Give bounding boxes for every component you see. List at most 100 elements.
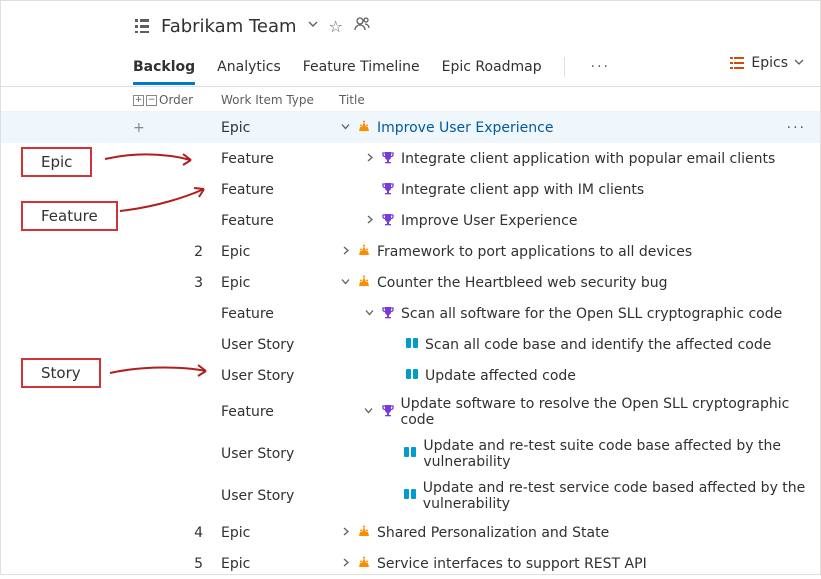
tab-analytics[interactable]: Analytics bbox=[217, 49, 281, 85]
epic-icon bbox=[357, 274, 371, 292]
row-title-cell: Shared Personalization and State bbox=[339, 524, 810, 542]
column-headers: + − Order Work Item Type Title bbox=[1, 87, 820, 112]
team-dropdown-chevron-icon[interactable] bbox=[307, 18, 319, 34]
row-work-item-type: Feature bbox=[221, 182, 339, 198]
row-title-cell: Update software to resolve the Open SLL … bbox=[339, 396, 810, 428]
column-order[interactable]: Order bbox=[159, 93, 221, 107]
backlog-row[interactable]: 4EpicShared Personalization and State bbox=[1, 517, 820, 548]
annotation-epic: Epic bbox=[21, 147, 92, 177]
user-story-icon bbox=[403, 487, 417, 505]
backlog-row[interactable]: 5EpicService interfaces to support REST … bbox=[1, 548, 820, 579]
caret-right-icon[interactable] bbox=[339, 527, 351, 539]
backlog-row[interactable]: User Story Scan all code base and identif… bbox=[1, 329, 820, 360]
epic-icon bbox=[357, 555, 371, 573]
row-work-item-type: User Story bbox=[221, 488, 339, 504]
caret-down-icon[interactable] bbox=[363, 308, 375, 320]
caret-right-icon[interactable] bbox=[363, 153, 375, 165]
backlog-row[interactable]: FeatureScan all software for the Open SL… bbox=[1, 298, 820, 329]
row-title: Integrate client application with popula… bbox=[401, 151, 775, 167]
feature-icon bbox=[381, 403, 395, 421]
backlog-row[interactable]: User StoryUpdate and re-test service cod… bbox=[1, 475, 820, 517]
backlog-row[interactable]: User Story Update and re-test suite code … bbox=[1, 433, 820, 475]
row-work-item-type: Feature bbox=[221, 151, 339, 167]
row-order: 3 bbox=[159, 275, 221, 291]
epic-icon bbox=[357, 119, 371, 137]
feature-icon bbox=[381, 305, 395, 323]
user-story-icon bbox=[405, 336, 419, 354]
backlog-team-icon bbox=[133, 17, 151, 35]
row-title: Update software to resolve the Open SLL … bbox=[401, 396, 811, 428]
row-work-item-type: Epic bbox=[221, 120, 339, 136]
row-work-item-type: Epic bbox=[221, 525, 339, 541]
expand-all-icon[interactable]: + bbox=[133, 95, 144, 106]
row-work-item-type: User Story bbox=[221, 446, 339, 462]
row-title: Counter the Heartbleed web security bug bbox=[377, 275, 668, 291]
tab-divider bbox=[564, 57, 565, 77]
row-title: Integrate client app with IM clients bbox=[401, 182, 644, 198]
user-story-icon bbox=[403, 445, 417, 463]
annotation-story: Story bbox=[21, 358, 101, 388]
row-title-cell: Improve User Experience bbox=[339, 212, 810, 230]
row-title-cell: Framework to port applications to all de… bbox=[339, 243, 810, 261]
row-work-item-type: User Story bbox=[221, 368, 339, 384]
annotation-story-arrow bbox=[106, 359, 216, 389]
backlog-row[interactable]: Feature Update software to resolve the Op… bbox=[1, 391, 820, 433]
backlog-row[interactable]: 3Epic Counter the Heartbleed web security… bbox=[1, 267, 820, 298]
team-members-icon[interactable] bbox=[353, 15, 371, 37]
collapse-all-icon[interactable]: − bbox=[146, 95, 157, 106]
feature-icon bbox=[381, 212, 395, 230]
backlog-row[interactable]: 2Epic Framework to port applications to a… bbox=[1, 236, 820, 267]
tab-overflow-icon[interactable]: ··· bbox=[587, 59, 614, 75]
row-work-item-type: Feature bbox=[221, 306, 339, 322]
caret-down-icon[interactable] bbox=[339, 122, 351, 134]
row-title-cell: Scan all code base and identify the affe… bbox=[339, 336, 810, 354]
row-title: Shared Personalization and State bbox=[377, 525, 609, 541]
tab-feature-timeline[interactable]: Feature Timeline bbox=[303, 49, 420, 85]
epic-icon bbox=[357, 524, 371, 542]
row-title-cell: Integrate client application with popula… bbox=[339, 150, 810, 168]
row-title-cell: Integrate client app with IM clients bbox=[339, 181, 810, 199]
view-tabs: Backlog Analytics Feature Timeline Epic … bbox=[1, 47, 820, 87]
annotation-feature: Feature bbox=[21, 201, 118, 231]
backlog-level-picker[interactable]: Epics bbox=[729, 55, 804, 71]
column-title[interactable]: Title bbox=[339, 93, 820, 107]
team-name[interactable]: Fabrikam Team bbox=[161, 16, 297, 37]
row-order: 2 bbox=[159, 244, 221, 260]
caret-right-icon[interactable] bbox=[339, 246, 351, 258]
row-work-item-type: Epic bbox=[221, 275, 339, 291]
row-title-cell: Service interfaces to support REST API bbox=[339, 555, 810, 573]
favorite-star-icon[interactable]: ☆ bbox=[329, 17, 343, 36]
row-work-item-type: Epic bbox=[221, 244, 339, 260]
row-order: 5 bbox=[159, 556, 221, 572]
row-title: Scan all code base and identify the affe… bbox=[425, 337, 771, 353]
caret-down-icon[interactable] bbox=[339, 277, 351, 289]
backlog-level-label: Epics bbox=[751, 55, 788, 71]
epics-level-icon bbox=[729, 55, 745, 71]
row-title-cell: Counter the Heartbleed web security bug bbox=[339, 274, 810, 292]
tab-backlog[interactable]: Backlog bbox=[133, 49, 195, 85]
tab-epic-roadmap[interactable]: Epic Roadmap bbox=[442, 49, 542, 85]
row-work-item-type: Feature bbox=[221, 404, 339, 420]
feature-icon bbox=[381, 150, 395, 168]
row-title: Framework to port applications to all de… bbox=[377, 244, 692, 260]
feature-icon bbox=[381, 181, 395, 199]
caret-right-icon[interactable] bbox=[363, 215, 375, 227]
epic-icon bbox=[357, 243, 371, 261]
user-story-icon bbox=[405, 367, 419, 385]
annotation-feature-arrow bbox=[116, 179, 216, 219]
row-work-item-type: User Story bbox=[221, 337, 339, 353]
row-title[interactable]: Improve User Experience bbox=[377, 120, 553, 136]
row-title-cell: Scan all software for the Open SLL crypt… bbox=[339, 305, 810, 323]
row-title-cell: Update affected code bbox=[339, 367, 810, 385]
caret-right-icon[interactable] bbox=[339, 558, 351, 570]
caret-down-icon[interactable] bbox=[363, 406, 375, 418]
row-work-item-type: Feature bbox=[221, 213, 339, 229]
add-child-icon[interactable]: + bbox=[133, 120, 159, 136]
row-more-icon[interactable]: ··· bbox=[787, 120, 806, 136]
backlog-row[interactable]: + Epic Improve User Experience ··· bbox=[1, 112, 820, 143]
annotation-epic-arrow bbox=[101, 149, 201, 179]
chevron-down-icon bbox=[794, 55, 804, 71]
column-work-item-type[interactable]: Work Item Type bbox=[221, 93, 339, 107]
row-title: Update and re-test suite code base affec… bbox=[423, 438, 810, 470]
row-title: Update affected code bbox=[425, 368, 576, 384]
